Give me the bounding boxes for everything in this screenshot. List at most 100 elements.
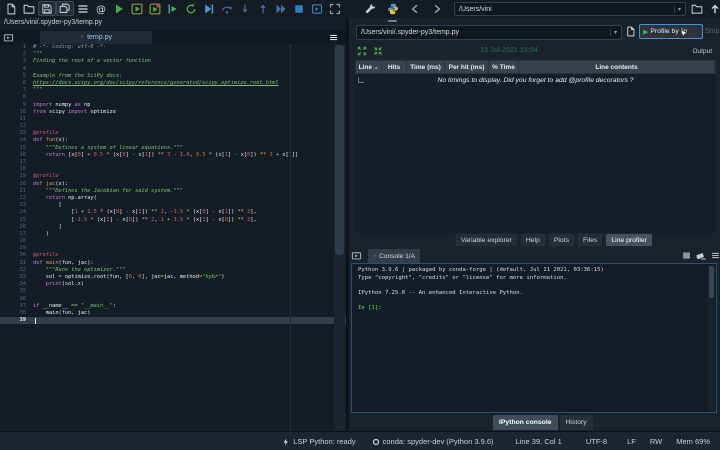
re-run-icon[interactable] [182,1,200,16]
pane-handle[interactable] [388,20,397,22]
column-header-line-contents[interactable]: Line contents [519,61,715,73]
code-line[interactable]: 31def main(fun, jac): [0,260,346,267]
open-file-icon[interactable] [20,1,38,16]
line-number[interactable]: 18 [0,166,33,173]
code-line[interactable]: 36 [0,296,346,303]
code-editor[interactable]: 1# -*- coding: utf-8 -*-2"""3Finding the… [0,44,346,431]
console-scrollbar[interactable] [708,265,715,411]
save-all-icon[interactable] [56,1,74,16]
code-line[interactable]: 38 main(fun, jac) [0,310,346,317]
line-number[interactable]: 3 [0,58,33,65]
console-scrollbar-thumb[interactable] [709,266,714,298]
run-selection-icon[interactable] [164,1,182,16]
code-line[interactable]: 23 [ [0,202,346,209]
expand-all-icon[interactable] [357,46,368,57]
python-path-icon[interactable] [384,1,402,16]
ipython-console[interactable]: Python 3.9.6 | packaged by conda-forge |… [351,263,717,413]
line-number[interactable]: 23 [0,202,33,209]
code-line[interactable]: 17 [0,159,346,166]
code-line[interactable]: 32 """Runs the optimizer.""" [0,267,346,274]
line-number[interactable]: 10 [0,109,33,116]
status-lsp-python-ready[interactable]: LSP Python: ready [282,437,355,446]
console-tab[interactable]: × Console 1/A [368,249,420,263]
column-header-hits[interactable]: Hits [382,61,407,73]
tab-ipython-console[interactable]: IPython console [493,415,558,430]
code-line[interactable]: 39 [0,317,346,324]
line-number[interactable]: 17 [0,159,33,166]
line-number[interactable]: 16 [0,152,33,159]
back-icon[interactable] [406,1,424,16]
collapse-all-icon[interactable] [373,46,384,57]
editor-scrollbar[interactable] [334,44,345,431]
stop-button[interactable]: Stop [705,28,719,35]
line-number[interactable]: 5 [0,73,33,80]
forward-icon[interactable] [428,1,446,16]
line-number[interactable]: 19 [0,173,33,180]
code-line[interactable]: 1# -*- coding: utf-8 -*- [0,44,346,51]
line-number[interactable]: 20 [0,181,33,188]
tab-help[interactable]: Help [520,233,546,247]
code-line[interactable]: 3Finding the root of a vector function [0,58,346,65]
line-number[interactable]: 1 [0,44,33,51]
tab-files[interactable]: Files [577,233,603,247]
line-number[interactable]: 13 [0,130,33,137]
console-prompt[interactable]: In [1]: [358,305,604,313]
console-options-menu-icon[interactable] [710,250,720,261]
working-directory-combobox[interactable]: /Users/vini ▾ [454,2,686,16]
tab-history[interactable]: History [560,415,593,430]
line-number[interactable]: 11 [0,116,33,123]
tab-plots[interactable]: Plots [548,233,575,247]
code-line[interactable]: 14def fun(x): [0,137,346,144]
line-number[interactable]: 38 [0,310,33,317]
line-number[interactable]: 12 [0,123,33,130]
line-number[interactable]: 35 [0,288,33,295]
browse-tabs-icon[interactable] [351,250,364,261]
code-line[interactable]: 2""" [0,51,346,58]
code-line[interactable]: 29 [0,245,346,252]
continue-icon[interactable] [272,1,290,16]
tab-line-profiler[interactable]: Line profiler [605,233,653,247]
debug-icon[interactable] [200,1,218,16]
close-icon[interactable]: × [80,34,84,41]
line-number[interactable]: 14 [0,137,33,144]
code-line[interactable]: 24 [1 + 1.5 * (x[0] - x[1]) ** 2, -1.5 *… [0,209,346,216]
line-number[interactable]: 8 [0,94,33,101]
code-line[interactable]: 10from scipy import optimize [0,109,346,116]
line-number[interactable]: 21 [0,188,33,195]
line-number[interactable]: 29 [0,245,33,252]
column-header-time-ms-[interactable]: Time (ms) [407,61,445,73]
line-number[interactable]: 2 [0,51,33,58]
code-line[interactable]: 4 [0,66,346,73]
line-number[interactable]: 4 [0,66,33,73]
code-line[interactable]: 13@profile [0,130,346,137]
line-number[interactable]: 34 [0,281,33,288]
line-number[interactable]: 26 [0,224,33,231]
line-number[interactable]: 24 [0,209,33,216]
new-console-icon[interactable] [308,1,326,16]
code-line[interactable]: 18 [0,166,346,173]
line-number[interactable]: 9 [0,102,33,109]
line-number[interactable]: 39 [0,317,33,324]
preferences-icon[interactable] [362,1,380,16]
run-icon[interactable] [110,1,128,16]
chevron-down-icon[interactable]: ▾ [610,29,617,36]
code-line[interactable]: 35 [0,288,346,295]
line-number[interactable]: 33 [0,274,33,281]
code-line[interactable]: 20def jac(x): [0,181,346,188]
code-line[interactable]: 27 ) [0,231,346,238]
code-line[interactable]: 16 return [x[0] + 0.5 * (x[0] - x[1]) **… [0,152,346,159]
line-number[interactable]: 36 [0,296,33,303]
code-line[interactable]: 37if __name__ == "__main__": [0,303,346,310]
step-over-icon[interactable] [218,1,236,16]
code-line[interactable]: 25 [-1.5 * (x[1] - x[0]) ** 2, 1 + 1.5 *… [0,217,346,224]
line-number[interactable]: 28 [0,238,33,245]
editor-scrollbar-thumb[interactable] [335,45,344,255]
column-header-line[interactable]: Line▲ [356,61,382,73]
run-cell-icon[interactable] [128,1,146,16]
line-number[interactable]: 15 [0,145,33,152]
browse-tabs-icon[interactable] [3,32,16,43]
stop-debug-icon[interactable] [290,1,308,16]
line-number[interactable]: 6 [0,80,33,87]
editor-options-menu-icon[interactable] [328,32,340,42]
code-line[interactable]: 34 print(sol.x) [0,281,346,288]
